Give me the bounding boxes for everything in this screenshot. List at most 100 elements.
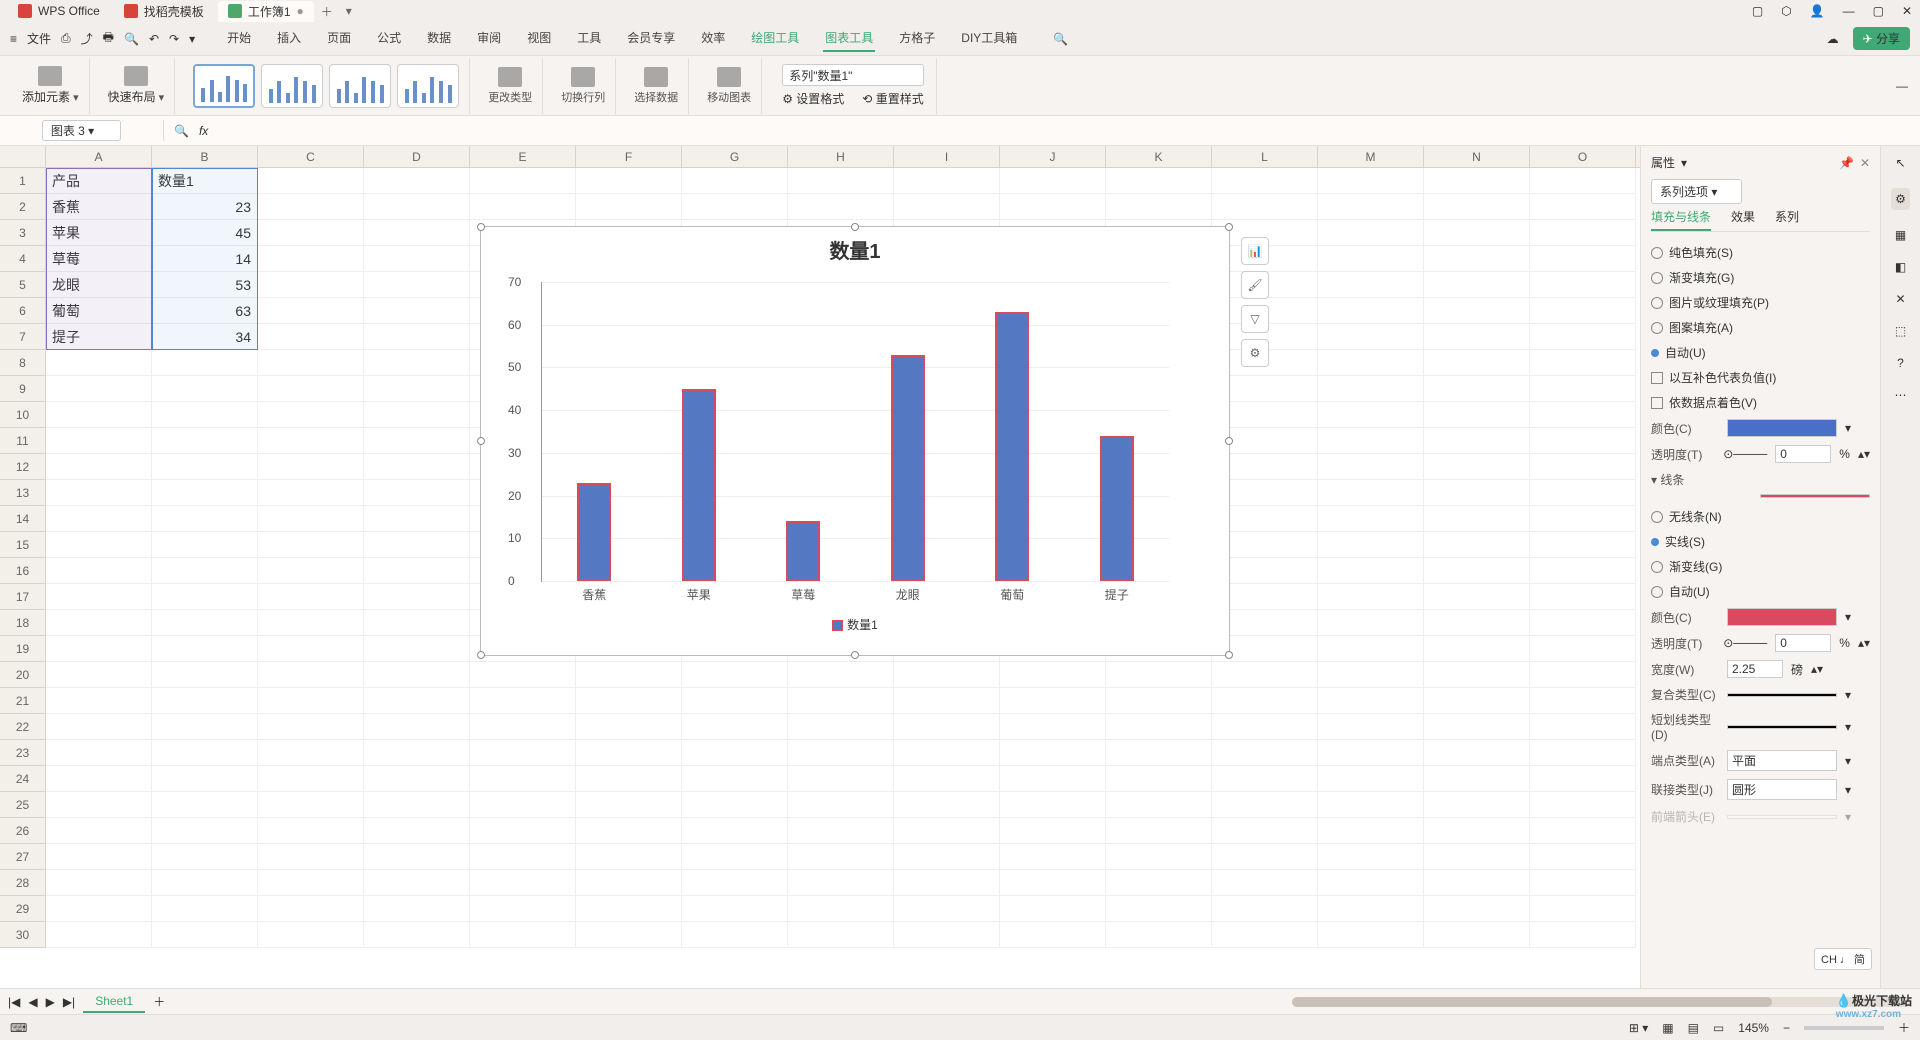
cell[interactable]	[1000, 688, 1106, 714]
cell[interactable]	[788, 922, 894, 948]
cell[interactable]	[894, 194, 1000, 220]
cell[interactable]	[1530, 220, 1636, 246]
cell[interactable]	[258, 766, 364, 792]
cell[interactable]	[46, 376, 152, 402]
cell[interactable]	[152, 662, 258, 688]
cell[interactable]: 数量1	[152, 168, 258, 194]
cell[interactable]	[258, 194, 364, 220]
redo-icon[interactable]: ↷	[169, 32, 179, 46]
pin-icon[interactable]: 📌	[1839, 156, 1854, 170]
cell[interactable]	[364, 714, 470, 740]
cell[interactable]	[576, 896, 682, 922]
cell[interactable]: 龙眼	[46, 272, 152, 298]
row-header[interactable]: 5	[0, 272, 46, 298]
cell[interactable]	[364, 610, 470, 636]
row-header[interactable]: 24	[0, 766, 46, 792]
cell[interactable]	[364, 792, 470, 818]
cell[interactable]	[1424, 662, 1530, 688]
save-icon[interactable]: ⎙	[61, 31, 71, 46]
reset-style-button[interactable]: ⟲ 重置样式	[862, 90, 923, 107]
cell[interactable]	[46, 610, 152, 636]
sheet-next-icon[interactable]: ▶	[46, 995, 55, 1009]
cell[interactable]	[1424, 818, 1530, 844]
cell[interactable]	[46, 428, 152, 454]
cell[interactable]	[152, 896, 258, 922]
tab-workbook[interactable]: 工作簿1●	[218, 1, 314, 22]
cell[interactable]	[1424, 506, 1530, 532]
cell[interactable]	[1318, 324, 1424, 350]
change-type-button[interactable]: 更改类型	[478, 58, 543, 114]
cell[interactable]	[1318, 298, 1424, 324]
cell[interactable]	[894, 922, 1000, 948]
chart-elements-icon[interactable]: 📊	[1241, 237, 1269, 265]
cell[interactable]	[1106, 818, 1212, 844]
cell[interactable]	[1318, 480, 1424, 506]
cell[interactable]	[682, 870, 788, 896]
avatar-icon[interactable]: 👤	[1810, 4, 1825, 18]
cell[interactable]	[1530, 168, 1636, 194]
preview-icon[interactable]: 🔍	[124, 32, 139, 46]
cell[interactable]	[1530, 246, 1636, 272]
cell[interactable]	[1424, 272, 1530, 298]
line-width-input[interactable]	[1727, 660, 1783, 678]
cell[interactable]	[152, 740, 258, 766]
cell[interactable]	[258, 636, 364, 662]
cell[interactable]	[1106, 714, 1212, 740]
file-menu[interactable]: 文件	[27, 30, 51, 47]
chart-bar[interactable]	[786, 521, 820, 581]
cell[interactable]	[470, 194, 576, 220]
row-header[interactable]: 2	[0, 194, 46, 220]
cell[interactable]	[1424, 428, 1530, 454]
cell[interactable]	[470, 896, 576, 922]
menu-7[interactable]: 工具	[575, 25, 603, 52]
cell[interactable]	[1530, 870, 1636, 896]
cell[interactable]	[46, 350, 152, 376]
cell[interactable]	[46, 766, 152, 792]
col-header[interactable]: H	[788, 146, 894, 167]
cell[interactable]	[682, 688, 788, 714]
cell[interactable]: 葡萄	[46, 298, 152, 324]
row-header[interactable]: 29	[0, 896, 46, 922]
cell[interactable]	[1106, 662, 1212, 688]
cell[interactable]	[258, 610, 364, 636]
cell[interactable]	[1318, 220, 1424, 246]
cap-type-select[interactable]: 平面	[1727, 750, 1837, 771]
col-header[interactable]: O	[1530, 146, 1636, 167]
col-header[interactable]: J	[1000, 146, 1106, 167]
cell[interactable]	[788, 818, 894, 844]
cell[interactable]	[46, 532, 152, 558]
cell[interactable]	[1000, 818, 1106, 844]
cell[interactable]	[364, 194, 470, 220]
cell[interactable]	[1530, 324, 1636, 350]
cell[interactable]	[364, 454, 470, 480]
cell[interactable]	[1530, 610, 1636, 636]
tab-menu-button[interactable]: ▾	[340, 2, 358, 20]
cell[interactable]	[258, 688, 364, 714]
cell[interactable]	[894, 870, 1000, 896]
cell[interactable]	[1530, 428, 1636, 454]
menu-6[interactable]: 视图	[525, 25, 553, 52]
cell[interactable]: 53	[152, 272, 258, 298]
cell[interactable]	[1424, 766, 1530, 792]
cell[interactable]	[152, 584, 258, 610]
cell[interactable]	[46, 454, 152, 480]
row-header[interactable]: 9	[0, 376, 46, 402]
row-header[interactable]: 12	[0, 454, 46, 480]
search-icon[interactable]: 🔍	[1053, 32, 1068, 46]
cell[interactable]	[152, 506, 258, 532]
cell[interactable]	[576, 740, 682, 766]
row-header[interactable]: 27	[0, 844, 46, 870]
cell[interactable]	[682, 662, 788, 688]
col-header[interactable]: G	[682, 146, 788, 167]
print-icon[interactable]: ⤴	[81, 30, 93, 47]
row-header[interactable]: 26	[0, 818, 46, 844]
cell[interactable]	[364, 532, 470, 558]
sheet-prev-icon[interactable]: ◀	[28, 995, 37, 1009]
check-vary-colors[interactable]: 依数据点着色(V)	[1651, 390, 1870, 415]
cell[interactable]	[152, 636, 258, 662]
cell[interactable]	[1318, 688, 1424, 714]
menu-13[interactable]: DIY工具箱	[959, 25, 1019, 52]
cell[interactable]	[576, 168, 682, 194]
cell[interactable]	[364, 272, 470, 298]
cell[interactable]	[1212, 688, 1318, 714]
